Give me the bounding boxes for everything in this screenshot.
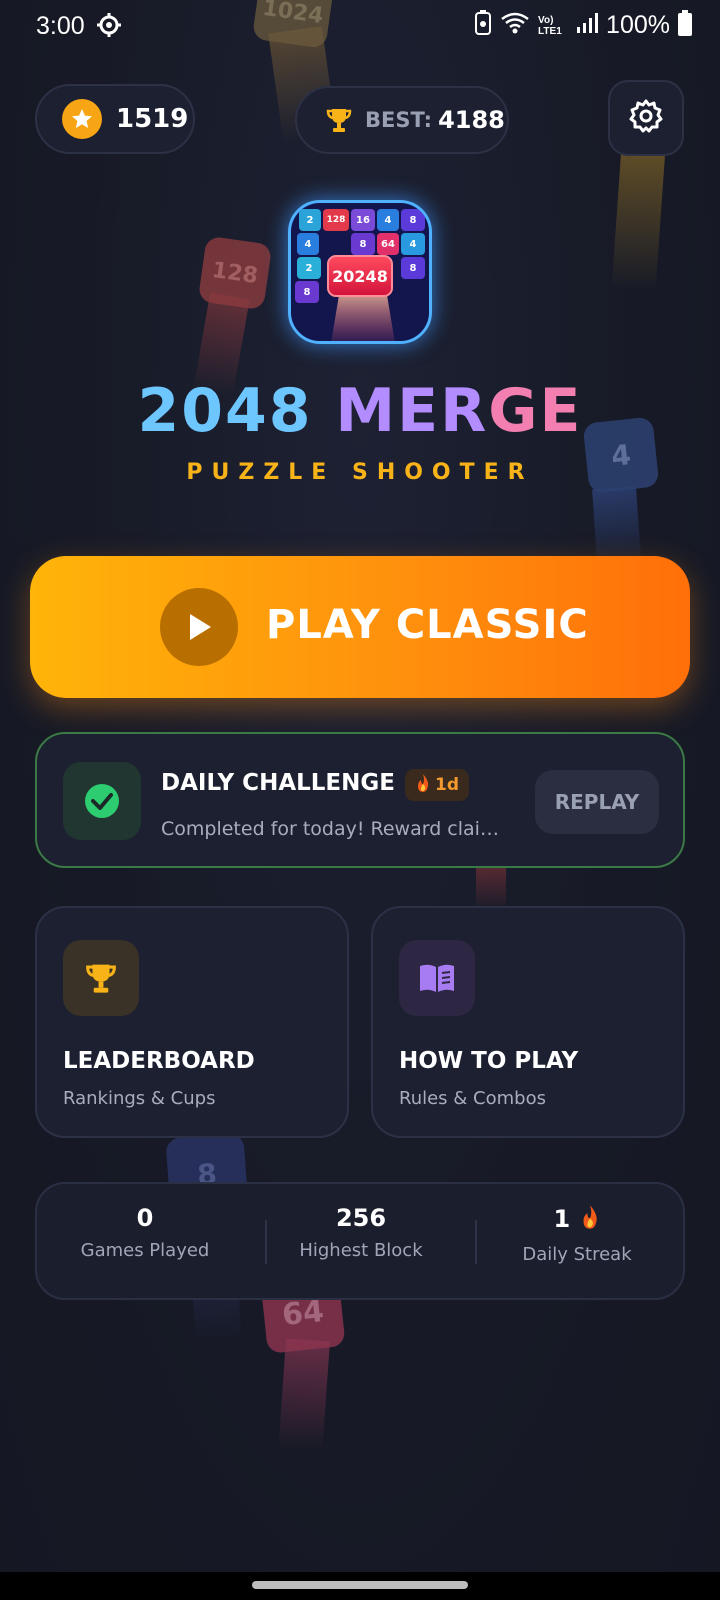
wifi-icon — [500, 11, 530, 40]
background-block-128: 128 — [197, 235, 273, 311]
how-to-play-title: HOW TO PLAY — [399, 1048, 579, 1074]
trophy-icon — [63, 940, 139, 1016]
battery-percent: 100% — [606, 11, 670, 39]
logo-tile: 8 — [295, 281, 319, 303]
logo-big-tile: 20248 — [327, 255, 393, 297]
play-classic-label: PLAY CLASSIC — [266, 602, 589, 648]
logo-tile: 4 — [377, 209, 399, 231]
logo-tile: 4 — [401, 233, 425, 255]
stat-highest-block: 256 Highest Block — [253, 1204, 469, 1261]
play-classic-button[interactable]: PLAY CLASSIC — [30, 556, 690, 698]
streak-badge: 1d — [405, 769, 469, 801]
best-label: BEST: — [365, 108, 433, 132]
stat-value: 256 — [335, 1204, 387, 1232]
game-subtitle: PUZZLE SHOOTER — [186, 460, 534, 485]
signal-icon — [576, 12, 599, 39]
stats-panel: 0 Games Played 256 Highest Block 1 Daily… — [35, 1182, 685, 1300]
logo-tile: 128 — [323, 209, 349, 231]
leaderboard-title: LEADERBOARD — [63, 1048, 255, 1074]
volte-icon: Vo) LTE1 — [538, 14, 562, 37]
leaderboard-subtitle: Rankings & Cups — [63, 1088, 216, 1109]
title-part-number: 2048 — [137, 376, 313, 446]
status-time: 3:00 — [36, 12, 85, 40]
daily-challenge-status: Completed for today! Reward claimed — [161, 818, 511, 840]
how-to-play-card[interactable]: HOW TO PLAY Rules & Combos — [371, 906, 685, 1138]
stat-label: Highest Block — [299, 1240, 423, 1261]
replay-button[interactable]: REPLAY — [535, 770, 659, 834]
play-icon — [160, 588, 238, 666]
logo-tile: 2 — [299, 209, 321, 231]
logo-tile: 8 — [401, 209, 425, 231]
stat-daily-streak: 1 Daily Streak — [469, 1204, 685, 1265]
logo-tile: 64 — [377, 233, 399, 255]
coin-balance: 1519 — [116, 104, 189, 134]
coin-star-icon — [62, 99, 102, 139]
fire-icon — [579, 1204, 601, 1236]
game-logo: 2 128 16 4 8 4 8 64 4 2 8 8 20248 — [288, 200, 432, 344]
how-to-play-subtitle: Rules & Combos — [399, 1088, 546, 1109]
block-trail — [611, 138, 666, 292]
home-gesture-handle[interactable] — [252, 1581, 468, 1589]
status-bar: 3:00 Vo) LTE1 100% — [0, 0, 720, 54]
settings-notification-icon — [96, 12, 122, 38]
logo-tile: 2 — [297, 257, 321, 279]
streak-count: 1 — [553, 1205, 571, 1233]
title-part-merge-a: MER — [335, 376, 489, 446]
streak-days: 1d — [435, 775, 459, 795]
best-score-pill: BEST: 4188 — [295, 86, 509, 154]
status-icons: Vo) LTE1 100% — [474, 10, 692, 41]
fire-icon — [415, 773, 431, 797]
settings-button[interactable] — [608, 80, 684, 156]
leaderboard-card[interactable]: LEADERBOARD Rankings & Cups — [35, 906, 349, 1138]
stat-games-played: 0 Games Played — [37, 1204, 253, 1261]
navigation-bar — [0, 1572, 720, 1600]
stat-value: 1 — [469, 1204, 685, 1236]
gear-icon — [628, 98, 664, 138]
title-part-merge-b: GE — [488, 376, 583, 446]
block-trail — [278, 1338, 330, 1452]
logo-tile: 8 — [401, 257, 425, 279]
logo-tile: 16 — [351, 209, 375, 231]
book-icon — [399, 940, 475, 1016]
stat-value: 0 — [136, 1204, 154, 1232]
game-title: 2048 MERGE — [0, 376, 720, 446]
logo-tile-grid: 2 128 16 4 8 4 8 64 4 2 8 8 20248 — [291, 203, 429, 341]
coin-counter[interactable]: 1519 — [35, 84, 195, 154]
daily-challenge-title: DAILY CHALLENGE — [161, 770, 395, 796]
trophy-icon — [325, 106, 353, 134]
stat-label: Daily Streak — [522, 1244, 632, 1265]
check-circle-icon — [63, 762, 141, 840]
best-score-value: 4188 — [438, 106, 505, 134]
logo-tile: 4 — [297, 233, 319, 255]
stat-label: Games Played — [80, 1240, 210, 1261]
logo-tile: 8 — [351, 233, 375, 255]
daily-challenge-card[interactable]: DAILY CHALLENGE 1d Completed for today! … — [35, 732, 685, 868]
main-menu-screen: 1024 128 4 8 64 3:00 Vo) LTE1 100% 1519 … — [0, 0, 720, 1600]
battery-icon — [678, 10, 692, 41]
battery-saver-icon — [474, 10, 492, 41]
